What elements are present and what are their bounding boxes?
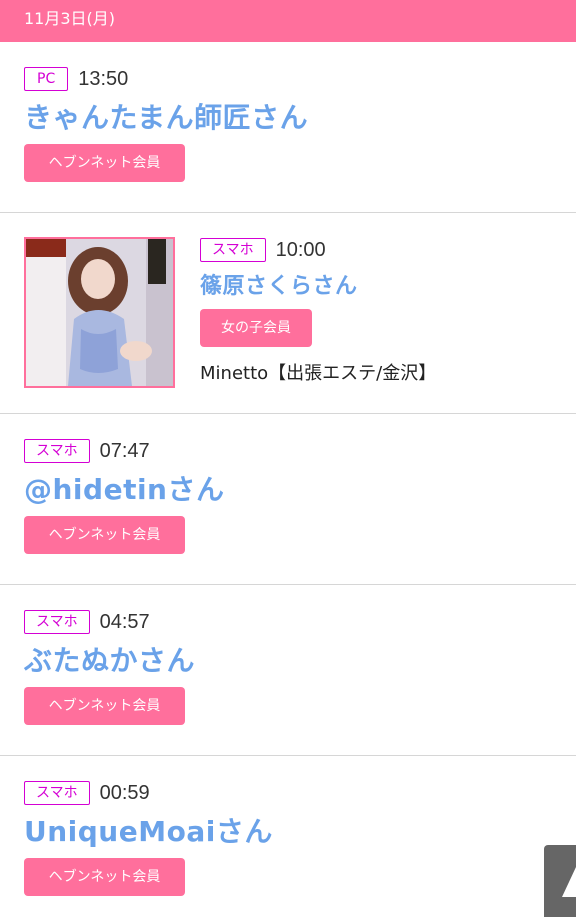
shop-name[interactable]: Minetto【出張エステ/金沢】 xyxy=(200,359,436,385)
date-header: 11月3日(月) xyxy=(0,0,576,42)
access-time: 10:00 xyxy=(275,238,326,261)
user-name-link[interactable]: UniqueMoaiさん xyxy=(24,814,552,850)
device-tag: スマホ xyxy=(24,781,90,805)
list-item: スマホ 07:47 @hidetinさん ヘブンネット会員 xyxy=(0,414,576,585)
user-name-link[interactable]: 篠原さくらさん xyxy=(200,273,436,301)
access-time: 07:47 xyxy=(99,439,150,462)
access-time: 13:50 xyxy=(78,67,129,90)
entry-meta: スマホ 00:59 xyxy=(24,780,552,806)
user-name-link[interactable]: ぶたぬかさん xyxy=(24,643,552,679)
access-time: 00:59 xyxy=(99,781,150,804)
access-time: 04:57 xyxy=(99,610,150,633)
device-tag: スマホ xyxy=(200,238,266,262)
entry-info: スマホ 10:00 篠原さくらさん 女の子会員 Minetto【出張エステ/金沢… xyxy=(200,237,436,385)
entry-meta: スマホ 07:47 xyxy=(24,438,552,464)
member-badge: 女の子会員 xyxy=(200,309,312,347)
scroll-top-button[interactable] xyxy=(544,845,576,917)
device-tag: スマホ xyxy=(24,610,90,634)
user-name-link[interactable]: @hidetinさん xyxy=(24,472,552,508)
member-badge: ヘブンネット会員 xyxy=(24,858,185,896)
member-badge: ヘブンネット会員 xyxy=(24,144,185,182)
access-history-page: 11月3日(月) PC 13:50 きゃんたまん師匠さん ヘブンネット会員 スマ… xyxy=(0,0,576,917)
entry-meta: PC 13:50 xyxy=(24,66,552,92)
user-name-link[interactable]: きゃんたまん師匠さん xyxy=(24,100,552,136)
list-item: スマホ 04:57 ぶたぬかさん ヘブンネット会員 xyxy=(0,585,576,756)
list-item: スマホ 00:59 UniqueMoaiさん ヘブンネット会員 xyxy=(0,756,576,917)
profile-photo[interactable] xyxy=(24,237,175,388)
triangle-up-icon xyxy=(562,867,576,897)
device-tag: スマホ xyxy=(24,439,90,463)
member-badge: ヘブンネット会員 xyxy=(24,687,185,725)
member-badge: ヘブンネット会員 xyxy=(24,516,185,554)
entry-meta: スマホ 10:00 xyxy=(200,237,436,263)
device-tag: PC xyxy=(24,67,69,91)
entry-meta: スマホ 04:57 xyxy=(24,609,552,635)
list-item: PC 13:50 きゃんたまん師匠さん ヘブンネット会員 xyxy=(0,42,576,213)
profile-photo-image xyxy=(26,239,173,386)
list-item: スマホ 10:00 篠原さくらさん 女の子会員 Minetto【出張エステ/金沢… xyxy=(0,213,576,414)
